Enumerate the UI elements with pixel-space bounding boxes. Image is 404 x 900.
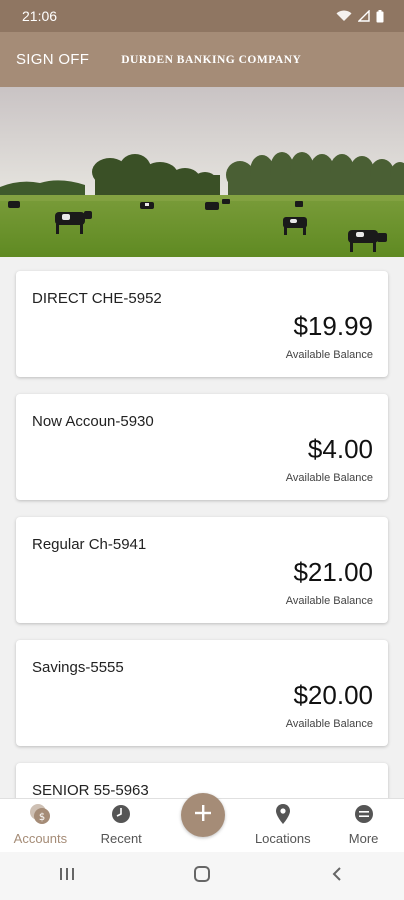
- tab-locations-label: Locations: [254, 831, 311, 846]
- tab-locations[interactable]: Locations: [242, 799, 323, 852]
- balance-label: Available Balance: [285, 349, 373, 361]
- account-balance: $21.00: [293, 557, 373, 587]
- more-icon: [354, 803, 374, 825]
- add-button[interactable]: [181, 793, 225, 837]
- tab-recent-label: Recent: [100, 831, 142, 846]
- balance-label: Available Balance: [285, 472, 373, 484]
- account-card[interactable]: DIRECT CHE-5952 $19.99 Available Balance: [16, 271, 388, 377]
- hero-image: [0, 87, 404, 257]
- account-name: Savings-5555: [32, 659, 124, 676]
- battery-icon: [376, 9, 384, 23]
- account-name: DIRECT CHE-5952: [32, 290, 162, 307]
- tab-accounts-label: Accounts: [13, 831, 68, 846]
- tab-more[interactable]: More: [323, 799, 404, 852]
- account-card[interactable]: Now Accoun-5930 $4.00 Available Balance: [16, 394, 388, 500]
- back-nav-button[interactable]: [307, 856, 367, 896]
- account-name: Now Accoun-5930: [32, 413, 154, 430]
- recents-nav-icon: [59, 867, 75, 886]
- back-nav-icon: [331, 866, 343, 887]
- account-balance: $19.99: [293, 311, 373, 341]
- account-card[interactable]: Regular Ch-5941 $21.00 Available Balance: [16, 517, 388, 623]
- system-nav-bar: [0, 852, 404, 900]
- bank-name: DURDEN BANKING COMPANY: [121, 53, 302, 66]
- accounts-icon: $: [28, 803, 52, 825]
- recents-nav-button[interactable]: [37, 856, 97, 896]
- wifi-icon: [336, 10, 352, 22]
- app-header: SIGN OFF DURDEN BANKING COMPANY: [0, 32, 404, 87]
- recent-clock-icon: [111, 803, 131, 825]
- account-name: SENIOR 55-5963: [32, 782, 149, 798]
- account-balance: $4.00: [307, 434, 373, 464]
- home-nav-button[interactable]: [172, 856, 232, 896]
- balance-label: Available Balance: [285, 595, 373, 607]
- tab-more-label: More: [348, 831, 379, 846]
- account-balance: $20.00: [293, 680, 373, 710]
- account-card[interactable]: Savings-5555 $20.00 Available Balance: [16, 640, 388, 746]
- balance-label: Available Balance: [285, 718, 373, 730]
- location-pin-icon: [275, 803, 291, 825]
- plus-icon: [193, 803, 213, 828]
- home-nav-icon: [193, 865, 211, 888]
- signal-icon: [358, 10, 370, 22]
- status-icons: [336, 9, 384, 23]
- status-bar: 21:06: [0, 0, 404, 32]
- accounts-list: DIRECT CHE-5952 $19.99 Available Balance…: [0, 257, 404, 798]
- account-name: Regular Ch-5941: [32, 536, 147, 553]
- sign-off-button[interactable]: SIGN OFF: [16, 51, 89, 68]
- tab-accounts[interactable]: $ Accounts: [0, 799, 81, 852]
- tab-recent[interactable]: Recent: [81, 799, 162, 852]
- svg-text:$: $: [39, 812, 45, 823]
- status-time: 21:06: [22, 8, 58, 24]
